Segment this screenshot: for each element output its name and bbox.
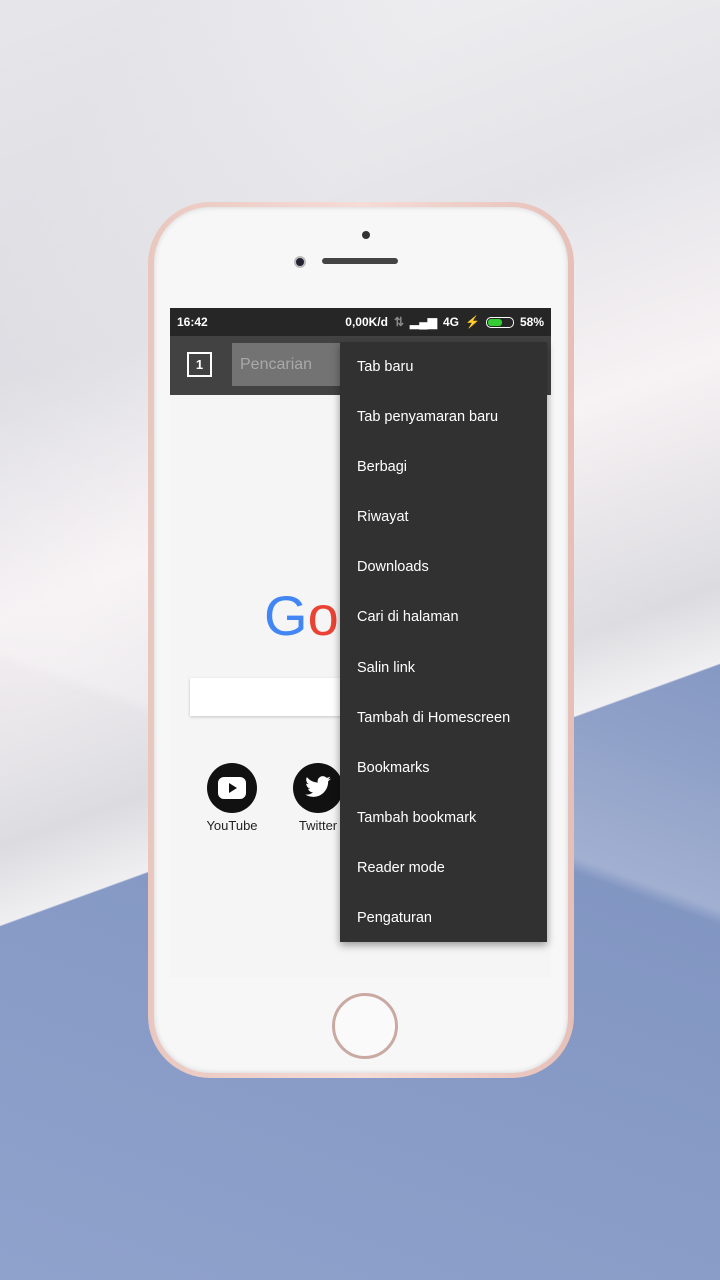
overflow-menu: Tab baru Tab penyamaran baru Berbagi Riwaya… — [340, 342, 547, 942]
charging-icon: ⚡ — [465, 315, 480, 329]
youtube-icon — [218, 777, 246, 799]
shortcut-youtube[interactable]: YouTube — [197, 763, 267, 833]
twitter-icon — [305, 776, 331, 797]
menu-item[interactable]: Reader mode — [340, 843, 547, 893]
menu-item[interactable]: Downloads — [340, 542, 547, 592]
menu-item[interactable]: Cari di halaman — [340, 592, 547, 642]
tab-switcher-button[interactable]: 1 — [187, 352, 212, 377]
shortcut-label: Twitter — [298, 818, 338, 833]
speaker — [322, 258, 398, 264]
menu-item[interactable]: Tambah di Homescreen — [340, 693, 547, 743]
network-speed: 0,00K/d — [345, 315, 388, 329]
menu-item[interactable]: Salin link — [340, 643, 547, 693]
menu-item[interactable]: Pengaturan — [340, 893, 547, 943]
home-button[interactable] — [332, 993, 398, 1059]
menu-item[interactable]: Riwayat — [340, 492, 547, 542]
menu-item[interactable]: Tambah bookmark — [340, 793, 547, 843]
sensor-dot — [362, 231, 370, 239]
status-time: 16:42 — [177, 315, 208, 329]
menu-item[interactable]: Tab penyamaran baru — [340, 392, 547, 442]
google-logo: Go — [264, 584, 339, 647]
shortcut-label: YouTube — [206, 818, 258, 833]
status-bar: 16:42 0,00K/d ⇅ ▂▄▆ 4G ⚡ 58% — [170, 308, 551, 336]
battery-icon — [485, 316, 514, 328]
menu-item[interactable]: Tab baru — [340, 342, 547, 392]
menu-item[interactable]: Bookmarks — [340, 743, 547, 793]
menu-item[interactable]: Berbagi — [340, 442, 547, 492]
data-arrows-icon: ⇅ — [393, 315, 405, 329]
signal-icon: ▂▄▆ — [410, 315, 437, 329]
search-input[interactable]: Pencarian — [232, 343, 340, 386]
battery-percent: 58% — [519, 315, 544, 329]
network-type: 4G — [443, 315, 460, 329]
camera — [294, 256, 306, 268]
